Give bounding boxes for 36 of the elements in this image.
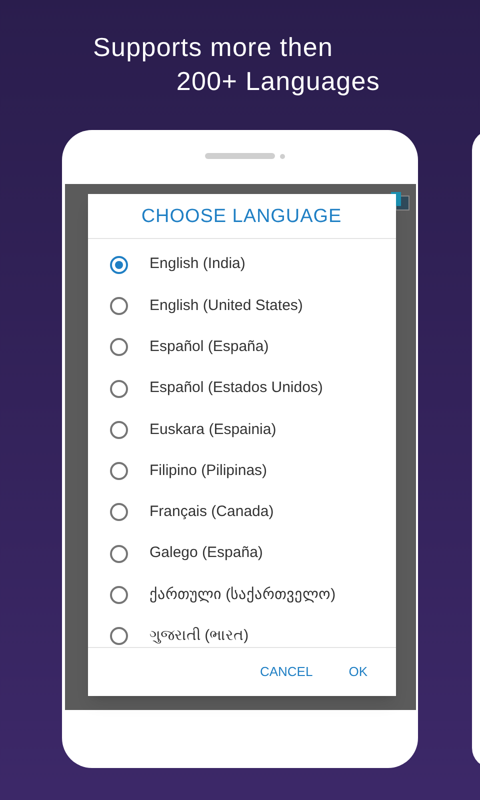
language-label: English (India) xyxy=(150,254,246,274)
language-label: Euskara (Espainia) xyxy=(150,420,276,440)
language-option[interactable]: ქართული (საქართველო) xyxy=(88,574,396,616)
language-option[interactable]: English (United States) xyxy=(88,285,396,327)
cancel-button[interactable]: CANCEL xyxy=(252,656,321,688)
speaker-slot xyxy=(205,153,275,159)
radio-button[interactable] xyxy=(110,586,128,604)
language-option[interactable]: Galego (España) xyxy=(88,533,396,574)
language-label: Filipino (Pilipinas) xyxy=(150,460,268,481)
language-label: Español (España) xyxy=(150,336,269,357)
language-option[interactable]: Filipino (Pilipinas) xyxy=(88,450,396,492)
language-option[interactable]: English (India) xyxy=(88,244,396,286)
language-label: ગુજરાતી (ભારત) xyxy=(150,626,249,646)
dialog-title: CHOOSE LANGUAGE xyxy=(88,194,396,239)
language-option[interactable]: Euskara (Espainia) xyxy=(88,409,396,450)
ok-button[interactable]: OK xyxy=(340,656,376,688)
radio-button[interactable] xyxy=(110,380,128,398)
headline: 200+ Languages xyxy=(176,65,380,98)
language-label: English (United States) xyxy=(150,296,303,316)
language-label: Español (Estados Unidos) xyxy=(150,378,323,398)
radio-button[interactable] xyxy=(110,256,128,274)
language-option[interactable]: Español (Estados Unidos) xyxy=(88,368,396,410)
radio-button[interactable] xyxy=(110,503,128,522)
language-label: Français (Canada) xyxy=(150,502,274,522)
language-option[interactable]: ગુજરાતી (ભારત) xyxy=(88,616,396,647)
language-label: Galego (España) xyxy=(150,543,263,564)
language-label: ქართული (საქართველო) xyxy=(150,584,336,605)
radio-button[interactable] xyxy=(110,544,128,563)
language-option[interactable]: Español (España) xyxy=(88,326,396,368)
radio-button[interactable] xyxy=(110,338,128,356)
radio-button[interactable] xyxy=(110,420,128,439)
radio-button[interactable] xyxy=(110,627,128,646)
radio-button[interactable] xyxy=(110,462,128,480)
language-option[interactable]: Français (Canada) xyxy=(88,492,396,534)
radio-button[interactable] xyxy=(110,296,128,315)
headline: Supports more then xyxy=(93,31,334,64)
